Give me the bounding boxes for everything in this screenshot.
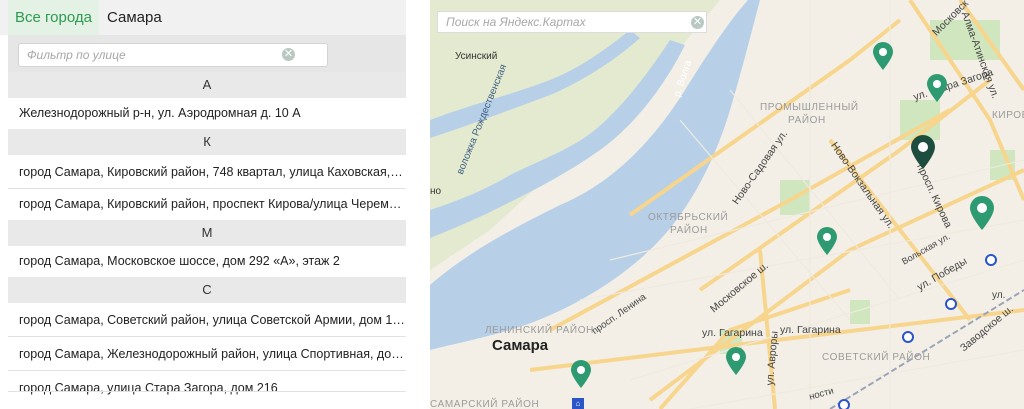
district-label: ЛЕНИНСКИЙ РАЙОН	[485, 325, 594, 336]
metro-station-icon	[945, 298, 957, 310]
address-list: А Железнодорожный р-н, ул. Аэродромная д…	[8, 72, 406, 405]
street-label: ул. Гагарина	[780, 324, 841, 336]
dealer-list-panel: Все города Самара ✕ А Железнодорожный р-…	[0, 0, 406, 409]
clear-search-icon[interactable]: ✕	[691, 16, 704, 29]
letter-header-s: С	[8, 277, 406, 303]
district-label: СОВЕТСКИЙ РАЙОН	[822, 352, 931, 363]
clear-filter-icon[interactable]: ✕	[282, 48, 295, 61]
city-label: Самара	[492, 337, 549, 354]
list-item-address[interactable]: город Самара, Советский район, улица Сов…	[8, 303, 406, 337]
district-label: РАЙОН	[670, 225, 708, 236]
list-item-address[interactable]: Железнодорожный р-н, ул. Аэродромная д. …	[8, 98, 406, 129]
map-search-box: ✕	[437, 11, 707, 33]
list-item-address[interactable]: город Самара, Кировский район, 748 кварт…	[8, 155, 406, 189]
city-tabs: Все города Самара	[0, 0, 406, 35]
district-label: ПРОМЫШЛЕННЫЙ	[760, 102, 859, 113]
dealer-marker-icon[interactable]	[569, 359, 593, 389]
dealer-marker-icon[interactable]	[968, 195, 996, 231]
street-label: ул.	[992, 290, 1006, 301]
dealer-marker-icon[interactable]	[925, 73, 949, 103]
tab-city[interactable]: Самара	[107, 0, 162, 35]
dealer-marker-icon[interactable]	[815, 226, 839, 256]
list-divider	[8, 391, 406, 392]
tab-all-cities[interactable]: Все города	[8, 0, 99, 35]
metro-station-icon	[985, 254, 997, 266]
yandex-map[interactable]: ✕ Усинский р. Волга воложка Рождественск…	[430, 0, 1024, 409]
street-filter-bar: ✕	[8, 35, 406, 72]
district-label: ОКТЯБРЬСКИЙ	[648, 212, 729, 223]
street-label: ул. Гагарина	[702, 327, 763, 339]
place-label: Усинский	[455, 51, 498, 62]
dealer-marker-icon[interactable]	[871, 41, 895, 71]
metro-station-icon	[838, 399, 850, 409]
train-station-icon: ⌂	[572, 398, 584, 409]
district-label: КИРОВ	[992, 110, 1024, 121]
letter-header-m: М	[8, 220, 406, 246]
list-item-address[interactable]: город Самара, Кировский район, проспект …	[8, 189, 406, 220]
place-label: но	[430, 186, 442, 197]
map-search-input[interactable]	[438, 12, 704, 32]
list-item-address[interactable]: город Самара, Железнодорожный район, ули…	[8, 337, 406, 371]
list-item-address[interactable]: город Самара, улица Стара Загора, дом 21…	[8, 371, 406, 405]
list-item-address[interactable]: город Самара, Московское шоссе, дом 292 …	[8, 246, 406, 277]
metro-station-icon	[902, 331, 914, 343]
letter-header-a: А	[8, 72, 406, 98]
dealer-marker-icon[interactable]	[724, 346, 748, 376]
letter-header-k: К	[8, 129, 406, 155]
district-label: САМАРСКИЙ РАЙОН	[430, 399, 540, 409]
district-label: РАЙОН	[788, 115, 826, 126]
dealer-marker-active-icon[interactable]	[909, 134, 937, 170]
